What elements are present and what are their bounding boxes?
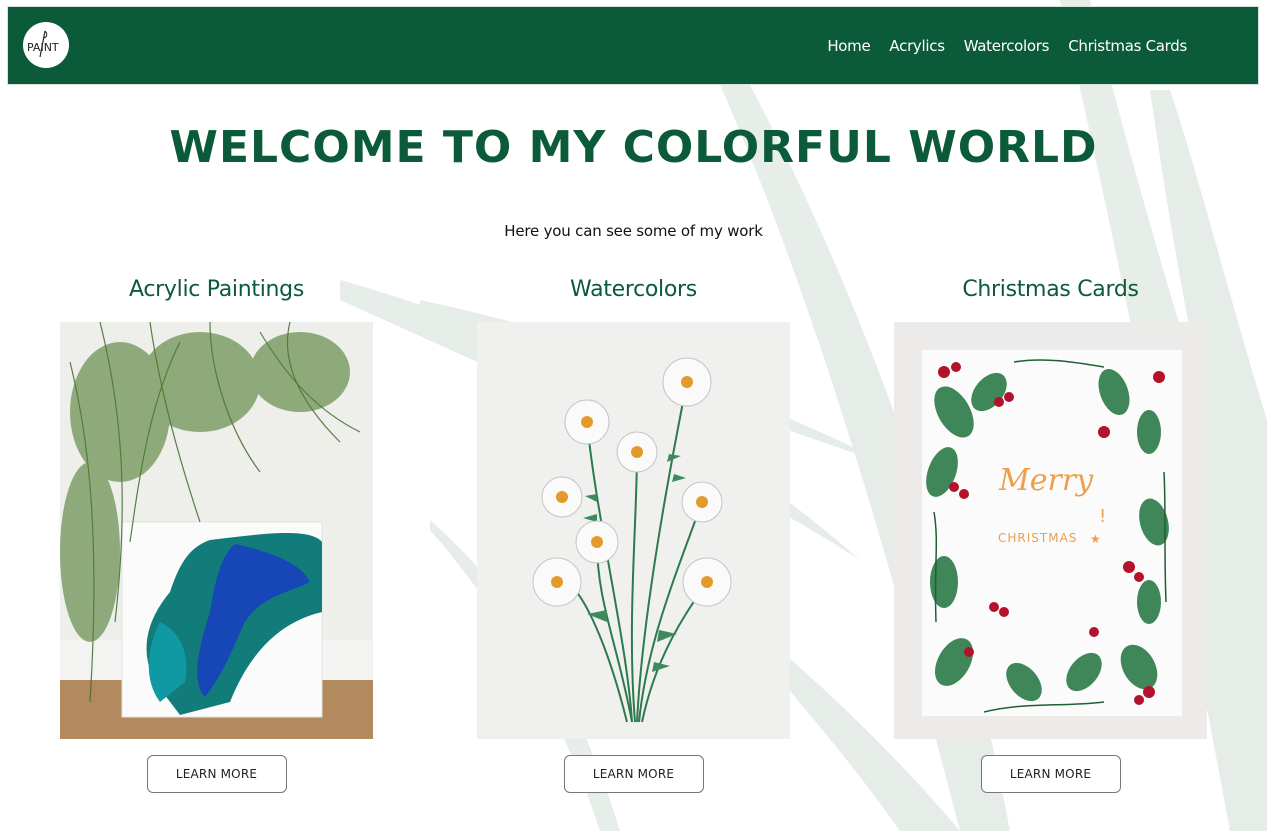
nav-acrylics-link[interactable]: Acrylics [889,37,945,55]
christmas-cards-card-title: Christmas Cards [962,277,1139,302]
paint-logo[interactable]: PAINT [23,22,69,68]
christmas-card-image[interactable]: Merry ! CHRISTMAS ★ [894,322,1207,739]
svg-text:!: ! [1099,506,1106,527]
nav-christmas-cards-link[interactable]: Christmas Cards [1068,37,1187,55]
watercolors-learn-more-button[interactable]: LEARN MORE [563,755,704,793]
main-nav: Home Acrylics Watercolors Christmas Card… [827,37,1187,55]
svg-text:★: ★ [1090,532,1101,546]
top-navbar: PAINT Home Acrylics Watercolors Christma… [7,6,1259,85]
christmas-cards-card: Christmas Cards Merry ! CHRISTMAS ★ LEAR… [894,276,1207,793]
card-christmas-text: CHRISTMAS [998,531,1077,545]
watercolors-card: Watercolors LEARN MORE [477,276,790,793]
watercolor-daisies-image[interactable] [477,322,790,739]
page-subtitle: Here you can see some of my work [504,222,763,240]
nav-home-link[interactable]: Home [827,37,870,55]
watercolors-card-title: Watercolors [570,277,697,302]
acrylic-painting-image[interactable] [60,322,373,739]
christmas-cards-learn-more-button[interactable]: LEARN MORE [980,755,1121,793]
paint-logo-image: PAINT [27,30,59,58]
card-merry-text: Merry [998,463,1094,498]
acrylic-learn-more-button[interactable]: LEARN MORE [146,755,287,793]
nav-watercolors-link[interactable]: Watercolors [964,37,1050,55]
page-title: WELCOME TO MY COLORFUL WORLD [169,122,1098,173]
acrylic-card-title: Acrylic Paintings [129,277,304,302]
acrylic-card: Acrylic Paintings LEARN MORE [60,276,373,793]
